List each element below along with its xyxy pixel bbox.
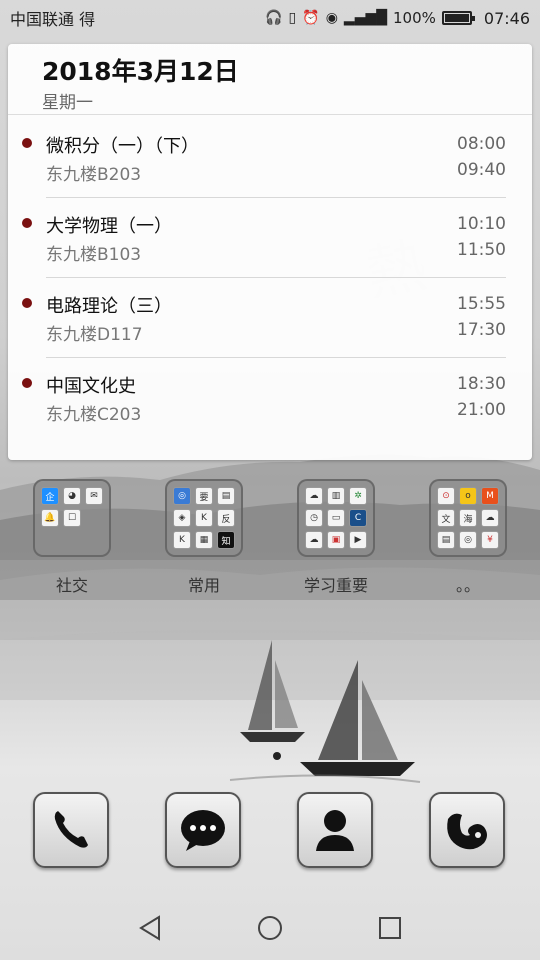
ticket-icon: M [481, 487, 499, 505]
page-indicator [273, 752, 281, 760]
person-icon [316, 810, 354, 851]
course-room: 东九楼B103 [46, 245, 142, 265]
signal-4g-icon: ▂▄▆█ [343, 10, 387, 26]
divider [8, 114, 532, 115]
course-end: 11:50 [457, 240, 506, 260]
music-icon: ◷ [305, 509, 323, 527]
course-schedule-widget[interactable]: 2018年3月12日 星期一 微积分（一）（下） 东九楼B203 08:00 0… [8, 44, 532, 460]
lecture-icon: 要 [195, 487, 213, 505]
contacts-app-button[interactable] [297, 792, 373, 868]
course-start: 10:10 [457, 214, 506, 234]
bullet-icon [22, 298, 32, 308]
ofo-icon: o [459, 487, 477, 505]
tree-icon: ✲ [349, 487, 367, 505]
folder-social[interactable]: 企 ◕ ✉ 🔔 ☐ [33, 479, 111, 557]
pdf-icon: ▣ [327, 531, 345, 549]
carrier-label: 中国联通 得 [10, 10, 96, 29]
folder-label: 社交 [55, 576, 88, 595]
battery-percent: 100% [393, 9, 436, 27]
book-icon: ▭ [327, 509, 345, 527]
course-room: 东九楼B203 [46, 165, 142, 185]
course-end: 09:40 [457, 160, 506, 180]
chat-bubble-icon [181, 810, 225, 851]
eye-icon: ◉ [325, 10, 338, 26]
cloud-drive-icon: ☁ [305, 531, 323, 549]
course-start: 18:30 [457, 374, 506, 394]
phone-icon: ▤ [217, 487, 235, 505]
course-end: 21:00 [457, 400, 506, 420]
squirrel-icon [447, 813, 487, 850]
taobao-icon: ◈ [173, 509, 191, 527]
mail-icon: ✉ [85, 487, 103, 505]
folder-label: 常用 [187, 576, 220, 595]
home-button[interactable] [250, 908, 290, 948]
uc-browser-app-button[interactable] [429, 792, 505, 868]
course-item[interactable]: 电路理论（三） 东九楼D117 15:55 17:30 [8, 278, 532, 358]
headphone-icon: 🎧 [265, 10, 283, 26]
hai-icon: 海 [459, 509, 477, 527]
folder-common[interactable]: ◎ 要 ▤ ◈ K 反 K ▦ 知 [165, 479, 243, 557]
bike-icon: ⊙ [437, 487, 455, 505]
message-icon: ☐ [63, 509, 81, 527]
folder-label: 。。 [455, 576, 480, 595]
messages-app-button[interactable] [165, 792, 241, 868]
bullet-icon [22, 378, 32, 388]
memo-icon: ▤ [437, 531, 455, 549]
status-bar: 中国联通 得 🎧 ▯ ⏰ ◉ ▂▄▆█ 100% 07:46 [0, 0, 540, 36]
wheel-icon: ◎ [459, 531, 477, 549]
alarm-icon: ⏰ [302, 10, 320, 26]
status-clock: 07:46 [483, 8, 530, 28]
baidu-icon: ◎ [173, 487, 191, 505]
qq-icon: 企 [41, 487, 59, 505]
widget-weekday: 星期一 [42, 93, 93, 113]
course-room: 东九楼C203 [46, 405, 142, 425]
bullet-icon [22, 138, 32, 148]
cloud-icon: ☁ [481, 509, 499, 527]
cloud-icon: ☁ [305, 487, 323, 505]
bullet-icon [22, 218, 32, 228]
course-item[interactable]: 中国文化史 东九楼C203 18:30 21:00 [8, 358, 532, 438]
zhihu-icon: 知 [217, 531, 235, 549]
text-icon: 文 [437, 509, 455, 527]
qq-bell-icon: 🔔 [41, 509, 59, 527]
course-item[interactable]: 大学物理（一） 东九楼B103 10:10 11:50 [8, 198, 532, 278]
course-name: 大学物理（一） [46, 216, 172, 237]
battery-icon [441, 11, 475, 25]
recents-icon [379, 917, 401, 939]
office-icon: ▥ [327, 487, 345, 505]
course-start: 15:55 [457, 294, 506, 314]
recents-button[interactable] [370, 908, 410, 948]
kuwo-icon: K [195, 509, 213, 527]
navigation-bar [0, 896, 540, 960]
course-item[interactable]: 微积分（一）（下） 东九楼B203 08:00 09:40 [8, 118, 532, 198]
vibrate-icon: ▯ [288, 10, 297, 26]
widget-date: 2018年3月12日 [42, 57, 239, 86]
calendar-icon: ▦ [195, 531, 213, 549]
k-icon: K [173, 531, 191, 549]
course-name: 微积分（一）（下） [46, 136, 199, 157]
course-start: 08:00 [457, 134, 506, 154]
phone-app-button[interactable] [33, 792, 109, 868]
folder-misc[interactable]: ⊙ o M 文 海 ☁ ▤ ◎ ¥ [429, 479, 507, 557]
back-icon [139, 915, 160, 941]
folder-study[interactable]: ☁ ▥ ✲ ◷ ▭ C ☁ ▣ ▶ [297, 479, 375, 557]
course-name: 电路理论（三） [46, 296, 172, 317]
course-end: 17:30 [457, 320, 506, 340]
folder-label: 学习重要 [303, 576, 368, 595]
fan-icon: 反 [217, 509, 235, 527]
home-icon [258, 916, 282, 940]
yen-icon: ¥ [481, 531, 499, 549]
video-icon: ▶ [349, 531, 367, 549]
china-daily-icon: C [349, 509, 367, 527]
wechat-icon: ◕ [63, 487, 81, 505]
back-button[interactable] [130, 908, 170, 948]
phone-icon [54, 811, 88, 848]
course-room: 东九楼D117 [46, 325, 143, 345]
course-name: 中国文化史 [46, 376, 136, 397]
